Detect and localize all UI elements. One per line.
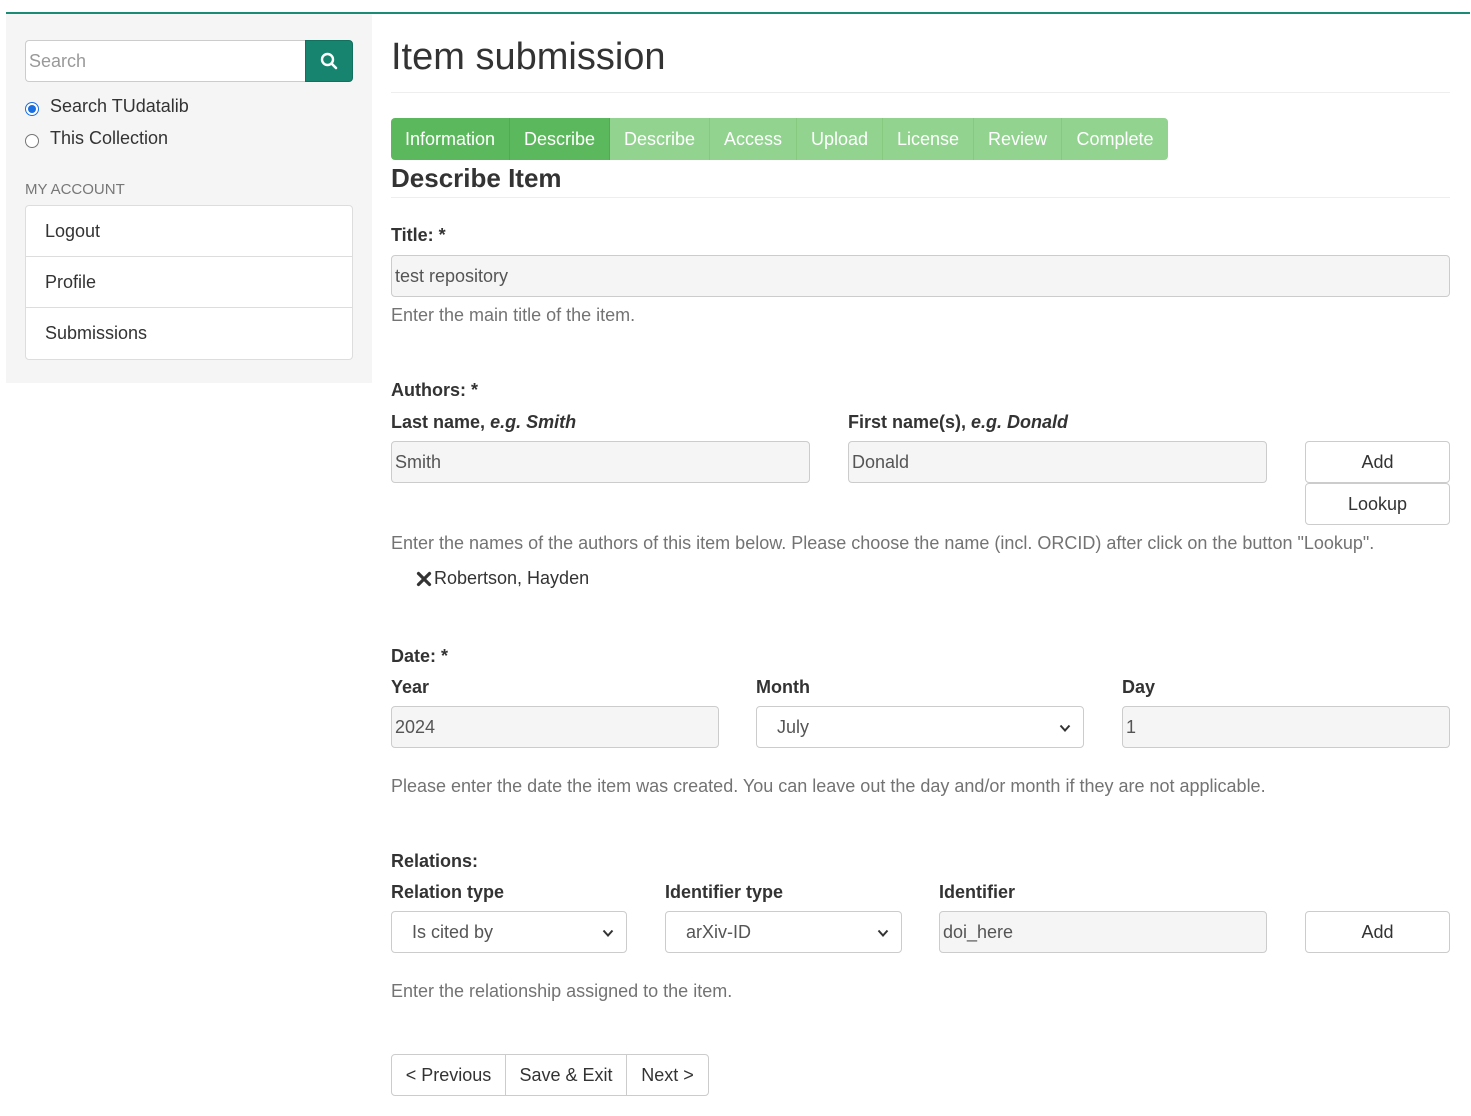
account-item-logout[interactable]: Logout <box>26 206 352 257</box>
page-title: Item submission <box>391 36 666 78</box>
step-complete[interactable]: Complete <box>1062 118 1168 160</box>
relations-label: Relations: <box>391 851 479 871</box>
relation-type-label: Relation type <box>391 882 505 902</box>
search-form <box>25 40 353 82</box>
scope-option-site[interactable]: Search TUdatalib <box>25 96 189 117</box>
last-name-input[interactable]: Smith <box>391 441 810 483</box>
identifier-label: Identifier <box>939 882 1016 902</box>
relation-type-selected: Is cited by <box>412 921 494 942</box>
step-describe-current[interactable]: Describe <box>510 118 610 160</box>
account-item-profile[interactable]: Profile <box>26 257 352 308</box>
account-menu: Logout Profile Submissions <box>25 205 353 360</box>
title-label: Title: * <box>391 225 446 245</box>
identifier-type-label: Identifier type <box>665 882 784 902</box>
scope-option-label: This Collection <box>50 128 169 148</box>
divider <box>391 92 1450 93</box>
search-icon <box>320 52 338 70</box>
day-input[interactable]: 1 <box>1122 706 1450 748</box>
chevron-down-icon <box>1059 724 1071 732</box>
first-name-label-text: First name(s), <box>848 412 967 432</box>
radio-checked[interactable] <box>25 101 39 116</box>
section-title: Describe Item <box>391 163 562 193</box>
author-name: Robertson, Hayden <box>434 568 590 588</box>
date-label: Date: * <box>391 646 449 666</box>
submission-progress: Information Describe Describe Access Upl… <box>391 118 1168 160</box>
previous-button[interactable]: < Previous <box>391 1054 506 1096</box>
authors-label: Authors: * <box>391 380 478 400</box>
radio-unchecked[interactable] <box>25 133 39 148</box>
last-name-example: e.g. Smith <box>490 412 577 432</box>
scope-option-collection[interactable]: This Collection <box>25 128 168 149</box>
lookup-author-button[interactable]: Lookup <box>1305 483 1450 525</box>
last-name-label: Last name, e.g. Smith <box>391 412 576 433</box>
remove-icon[interactable] <box>416 571 432 587</box>
year-input[interactable]: 2024 <box>391 706 719 748</box>
first-name-example: e.g. Donald <box>971 412 1069 432</box>
identifier-type-select[interactable]: arXiv-ID <box>665 911 902 953</box>
sidebar: Search TUdatalib This Collection MY ACCO… <box>6 14 372 383</box>
date-help: Please enter the date the item was creat… <box>391 776 1266 796</box>
title-help: Enter the main title of the item. <box>391 305 636 325</box>
day-label: Day <box>1122 677 1156 697</box>
my-account-heading: MY ACCOUNT <box>25 181 125 198</box>
add-relation-button[interactable]: Add <box>1305 911 1450 953</box>
title-input[interactable]: test repository <box>391 255 1450 297</box>
next-button[interactable]: Next > <box>626 1054 709 1096</box>
identifier-type-selected: arXiv-ID <box>686 921 752 942</box>
submission-nav: < Previous Save & Exit Next > <box>391 1054 709 1096</box>
month-label: Month <box>756 677 810 697</box>
step-describe-2[interactable]: Describe <box>610 118 710 160</box>
divider <box>391 197 1450 198</box>
chevron-down-icon <box>877 929 889 937</box>
step-review[interactable]: Review <box>974 118 1062 160</box>
step-access[interactable]: Access <box>710 118 797 160</box>
month-selected: July <box>777 716 810 737</box>
relation-type-select[interactable]: Is cited by <box>391 911 627 953</box>
scope-option-label: Search TUdatalib <box>50 96 189 116</box>
year-label: Year <box>391 677 430 697</box>
month-select[interactable]: July <box>756 706 1084 748</box>
search-input[interactable] <box>25 40 306 82</box>
account-item-submissions[interactable]: Submissions <box>26 308 352 359</box>
search-button[interactable] <box>305 40 353 82</box>
step-license[interactable]: License <box>883 118 974 160</box>
relations-help: Enter the relationship assigned to the i… <box>391 981 733 1001</box>
last-name-label-text: Last name, <box>391 412 486 432</box>
add-author-button[interactable]: Add <box>1305 441 1450 483</box>
save-exit-button[interactable]: Save & Exit <box>505 1054 627 1096</box>
chevron-down-icon <box>602 929 614 937</box>
step-upload[interactable]: Upload <box>797 118 883 160</box>
authors-help: Enter the names of the authors of this i… <box>391 533 1375 553</box>
first-name-input[interactable]: Donald <box>848 441 1267 483</box>
author-entry: Robertson, Hayden <box>416 568 589 589</box>
step-information[interactable]: Information <box>391 118 510 160</box>
identifier-input[interactable]: doi_here <box>939 911 1267 953</box>
first-name-label: First name(s), e.g. Donald <box>848 412 1068 433</box>
